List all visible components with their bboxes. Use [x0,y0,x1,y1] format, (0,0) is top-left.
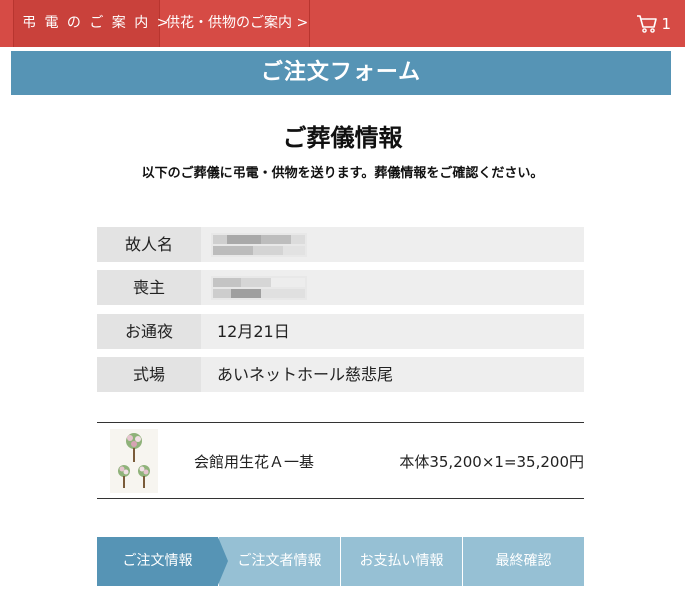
divider [97,422,584,423]
cart-button[interactable]: 1 [636,13,671,35]
product-price: 本体35,200×1=35,200円 [399,453,584,471]
info-row-deceased: 故人名 [97,227,584,262]
cart-icon [637,15,658,33]
info-label: 故人名 [97,227,201,262]
info-value: 12月21日 [201,314,584,349]
info-label: 喪主 [97,270,201,305]
cart-count-badge: 1 [661,15,671,33]
step-payment-info: お支払い情報 [341,537,463,586]
info-row-chief-mourner: 喪主 [97,270,584,305]
page-title: ご葬儀情報 [282,124,403,152]
info-row-venue: 式場 あいネットホール慈悲尾 [97,357,584,392]
step-order-info: ご注文情報 [97,537,219,586]
active-step-arrow [218,537,228,585]
order-form-banner: ご注文フォーム [11,51,671,95]
page-subtitle: 以下のご葬儀に弔電・供物を送ります。葬儀情報をご確認ください。 [141,166,544,181]
info-value [201,270,584,305]
flower-stand-image [110,429,158,493]
redacted-name-image [211,276,307,300]
redacted-name-image [211,233,307,257]
breadcrumb-condolence-telegram[interactable]: 弔 電 の ご 案 内 > [13,0,168,47]
info-value [201,227,584,262]
info-value: あいネットホール慈悲尾 [201,357,584,392]
info-row-wake: お通夜 12月21日 [97,314,584,349]
divider [97,498,584,499]
top-navigation-bar: 弔 電 の ご 案 内 > 供花・供物のご案内 > 1 [0,0,685,47]
info-label: お通夜 [97,314,201,349]
info-label: 式場 [97,357,201,392]
product-name: 会館用生花Ａ一基 [194,453,315,471]
step-orderer-info: ご注文者情報 [219,537,341,586]
order-steps: ご注文情報 ご注文者情報 お支払い情報 最終確認 [97,537,584,586]
breadcrumb-offerings[interactable]: 供花・供物のご案内 > [160,0,310,47]
step-final-confirmation: 最終確認 [463,537,584,586]
